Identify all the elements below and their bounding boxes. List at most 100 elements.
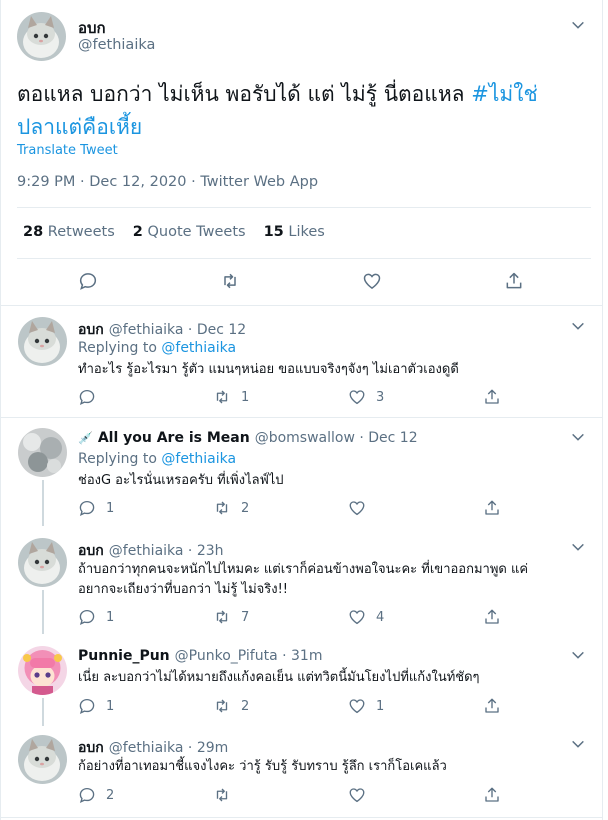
reply-author-name[interactable]: 💉 All you Are is Mean [78, 430, 250, 446]
quote-tweets-label: Quote Tweets [147, 224, 246, 240]
avatar[interactable] [18, 646, 67, 695]
like-icon [349, 610, 365, 625]
retweet-icon [216, 788, 228, 802]
chevron-down-icon[interactable] [570, 647, 586, 663]
reply-count: 1 [106, 500, 115, 516]
like-button[interactable]: 3 [348, 388, 384, 406]
retweet-count: 2 [241, 698, 250, 714]
retweet-button[interactable]: 2 [213, 697, 249, 715]
avatar[interactable] [18, 317, 67, 366]
share-button[interactable] [504, 271, 524, 291]
reply-author-handle[interactable]: @fethiaika · 29m [109, 740, 229, 756]
hashtag-link-cont[interactable]: ปลาแต่คือเหี้ย [17, 115, 142, 139]
reply-author-handle[interactable]: @bomswallow · Dec 12 [255, 430, 418, 446]
retweet-count: 1 [241, 389, 250, 405]
name-emoji: 💉 [78, 431, 93, 445]
tweet-timestamp[interactable]: 9:29 PM · Dec 12, 2020 · Twitter Web App [17, 174, 318, 190]
divider [17, 207, 591, 208]
hashtag-link[interactable]: #ไม่ใช่ [471, 82, 538, 106]
avatar[interactable] [17, 12, 66, 61]
like-icon [349, 699, 365, 714]
reply-header: อบก @fethiaika · 23h [78, 540, 224, 562]
share-button[interactable] [483, 697, 501, 715]
quote-tweets-count: 2 [132, 224, 143, 240]
retweet-button[interactable] [220, 271, 240, 291]
reply-author-handle[interactable]: @fethiaika · Dec 12 [109, 322, 246, 338]
share-button[interactable] [483, 786, 501, 804]
like-icon [363, 273, 381, 289]
reply-header: อบก @fethiaika · Dec 12 [78, 319, 246, 341]
reply-icon [79, 389, 95, 406]
share-button[interactable] [483, 388, 501, 406]
reply-author-handle[interactable]: @Punko_Pifuta · 31m [175, 648, 323, 664]
reply-icon [79, 500, 95, 517]
avatar[interactable] [18, 538, 67, 587]
reply-button[interactable]: 1 [78, 697, 114, 715]
reply-text: ก้อย่างที่อาเทอมาชี้แจงไงคะ ว่ารู้ รับรู… [78, 759, 447, 774]
tweet-text: ตอแหล บอกว่า ไม่เห็น พอรับได้ แต่ ไม่รู้… [17, 78, 587, 144]
like-button[interactable]: 4 [348, 608, 384, 626]
divider [17, 258, 591, 259]
translate-tweet-link[interactable]: Translate Tweet [17, 143, 118, 158]
like-button[interactable] [362, 271, 382, 291]
tweet-stats: 28 Retweets 2 Quote Tweets 15 Likes [23, 224, 325, 240]
retweet-icon [216, 610, 228, 624]
reply-author-name[interactable]: อบก [78, 737, 104, 759]
chevron-down-icon[interactable] [570, 429, 586, 445]
like-button[interactable] [348, 499, 376, 517]
retweet-button[interactable]: 2 [213, 499, 249, 517]
reply-header: อบก @fethiaika · 29m [78, 737, 228, 759]
chevron-down-icon[interactable] [570, 17, 586, 33]
reply-text: ถ้าบอกว่าทุกคนจะหนักไปไหมคะ แต่เราก็ค่อน… [78, 560, 578, 600]
avatar[interactable] [18, 428, 67, 477]
reply-count: 2 [106, 787, 115, 803]
share-icon [485, 787, 499, 802]
retweet-icon [216, 699, 228, 713]
avatar[interactable] [18, 735, 67, 784]
thread-line [42, 480, 44, 526]
replying-handle[interactable]: @fethiaika [161, 340, 236, 356]
retweets-label: Retweets [47, 224, 115, 240]
retweet-button[interactable]: 1 [213, 388, 249, 406]
divider [0, 305, 603, 306]
reply-author-handle[interactable]: @fethiaika · 23h [109, 543, 224, 559]
like-button[interactable]: 1 [348, 697, 384, 715]
reply-count: 1 [106, 609, 115, 625]
reply-header: Punnie_Pun @Punko_Pifuta · 31m [78, 648, 322, 664]
retweets-stat[interactable]: 28 Retweets [23, 224, 115, 240]
reply-text: ช่องG อะไรนั่นเหรอครับ ที่เพิ่งไลฟ์ไป [78, 473, 284, 488]
thread-line [42, 590, 44, 634]
like-count: 1 [376, 698, 385, 714]
share-button[interactable] [483, 608, 501, 626]
retweet-icon [216, 501, 228, 515]
reply-text: ทำอะไร รู้อะไรมา รู้ตัว แมนๆหน่อย ขอแบบจ… [78, 362, 459, 377]
share-icon [485, 500, 499, 515]
share-icon [485, 698, 499, 713]
author-handle[interactable]: @fethiaika [78, 37, 155, 53]
chevron-down-icon[interactable] [570, 736, 586, 752]
retweet-count: 2 [241, 500, 250, 516]
reply-author-name-text: All you Are is Mean [97, 430, 250, 446]
chevron-down-icon[interactable] [570, 539, 586, 555]
reply-author-name[interactable]: อบก [78, 319, 104, 341]
like-icon [349, 390, 365, 405]
reply-author-name[interactable]: Punnie_Pun [78, 648, 170, 664]
likes-stat[interactable]: 15 Likes [264, 224, 325, 240]
reply-button[interactable]: 1 [78, 499, 114, 517]
reply-button[interactable]: 2 [78, 786, 114, 804]
share-button[interactable] [483, 499, 501, 517]
reply-button[interactable] [78, 388, 106, 406]
replying-handle[interactable]: @fethiaika [161, 451, 236, 467]
retweet-button[interactable]: 7 [213, 608, 249, 626]
retweet-button[interactable] [213, 786, 241, 804]
divider [0, 817, 603, 818]
likes-count: 15 [263, 224, 284, 240]
reply-icon [79, 273, 97, 290]
like-button[interactable] [348, 786, 376, 804]
retweets-count: 28 [23, 224, 44, 240]
reply-button[interactable]: 1 [78, 608, 114, 626]
reply-button[interactable] [78, 271, 98, 291]
chevron-down-icon[interactable] [570, 318, 586, 334]
quote-tweets-stat[interactable]: 2 Quote Tweets [133, 224, 246, 240]
reply-author-name[interactable]: อบก [78, 540, 104, 562]
